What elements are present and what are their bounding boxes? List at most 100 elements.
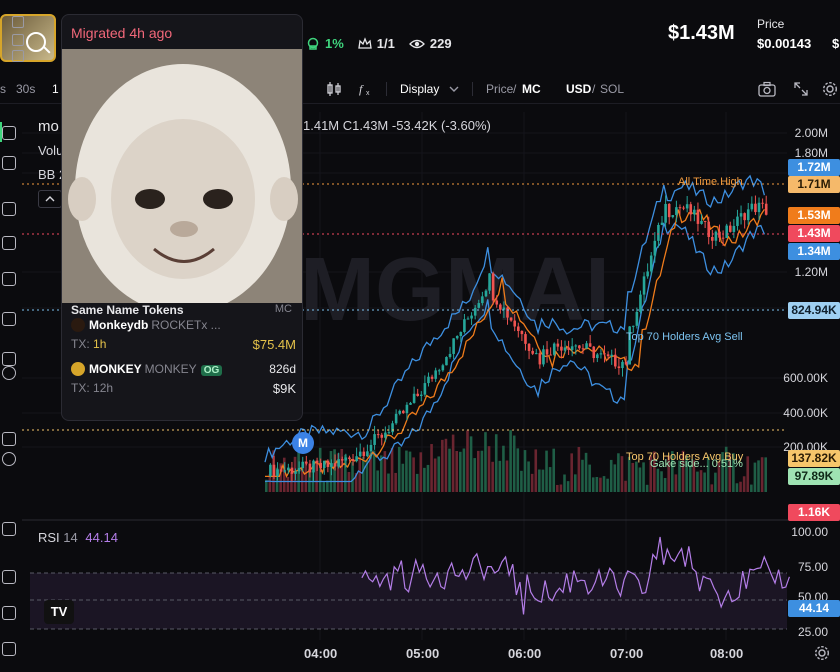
candle-body xyxy=(524,334,527,344)
candle-body xyxy=(373,434,376,445)
candle-body xyxy=(290,467,294,474)
candle-body xyxy=(319,462,322,469)
token-image xyxy=(62,49,302,303)
migration-marker[interactable]: M xyxy=(292,432,314,454)
candle-body xyxy=(509,317,513,321)
candle-body xyxy=(308,463,312,473)
candle-body xyxy=(675,207,678,216)
volume-bar xyxy=(584,452,588,492)
candle-body xyxy=(563,347,567,351)
volume-bar xyxy=(559,484,563,492)
volume-bar xyxy=(545,450,548,492)
volume-bar xyxy=(527,461,530,492)
tradingview-logo[interactable]: TV xyxy=(44,600,74,624)
volume-bar xyxy=(534,449,538,492)
volume-bar xyxy=(286,476,290,492)
token-mc: $75.4M xyxy=(252,337,296,352)
candle-body xyxy=(549,354,552,356)
candle-body xyxy=(423,383,427,395)
volume-bar xyxy=(624,480,627,492)
volume-bar xyxy=(563,474,566,492)
volume-bar xyxy=(419,452,423,492)
volume-bar xyxy=(595,476,599,492)
volume-bar xyxy=(520,470,523,492)
volume-bar xyxy=(552,448,556,492)
volume-bar xyxy=(746,456,750,492)
candle-body xyxy=(653,240,657,256)
candle-body xyxy=(750,203,754,210)
candle-body xyxy=(660,222,664,225)
token-name: Monkeydb ROCKETx ... xyxy=(89,318,221,332)
volume-bar xyxy=(379,455,383,492)
volume-bar xyxy=(412,457,415,492)
candle-body xyxy=(398,410,402,414)
og-badge: OG xyxy=(200,365,223,376)
candle-body xyxy=(757,202,761,213)
candle-body xyxy=(516,326,520,331)
volume-bar xyxy=(541,469,545,492)
time-tick-label: 07:00 xyxy=(610,646,644,661)
volume-bar xyxy=(351,462,354,492)
volume-bar xyxy=(750,484,753,492)
collapse-legend-button[interactable] xyxy=(38,190,62,208)
candle-body xyxy=(545,349,549,355)
gake-side-label: Gake side... 0.51% xyxy=(650,458,743,470)
candle-body xyxy=(391,423,394,433)
candle-body xyxy=(477,303,481,308)
price-tag: 1.71M xyxy=(788,176,840,193)
volume-bar xyxy=(423,467,426,492)
candle-body xyxy=(322,460,326,469)
volume-bar xyxy=(663,478,667,492)
candle-body xyxy=(678,207,682,209)
volume-bar xyxy=(577,446,581,492)
candle-body xyxy=(499,304,502,310)
candle-body xyxy=(714,231,718,241)
volume-bar xyxy=(322,482,326,492)
candle-body xyxy=(642,276,646,295)
price-tag: 44.14 xyxy=(788,600,840,617)
volume-bar xyxy=(591,477,595,492)
token-tx: TX: 12h xyxy=(71,381,113,395)
volume-bar xyxy=(394,472,397,492)
candle-body xyxy=(287,467,290,471)
candle-body xyxy=(635,311,639,326)
candle-body xyxy=(614,354,617,367)
candle-body xyxy=(703,220,707,222)
chart-settings-gear-icon[interactable] xyxy=(814,645,830,661)
candle-body xyxy=(305,461,308,464)
rsi-period: 14 xyxy=(63,530,78,545)
volume-bar xyxy=(358,457,362,492)
candle-body xyxy=(646,271,649,277)
volume-bar xyxy=(530,473,534,492)
candle-body xyxy=(315,460,319,463)
token-name-text: MONKEY xyxy=(89,362,142,376)
candle-body xyxy=(455,336,459,339)
tx-value: 1h xyxy=(93,337,107,351)
volume-bar xyxy=(710,484,714,492)
token-name-text: Monkeydb xyxy=(89,318,149,332)
volume-bar xyxy=(401,463,405,492)
candle-body xyxy=(355,456,358,462)
candle-body xyxy=(409,402,412,405)
monkey-image xyxy=(62,49,302,303)
volume-bar xyxy=(613,464,617,492)
chart-watermark: MGMAI xyxy=(300,240,610,340)
volume-bar xyxy=(739,481,742,492)
rsi-legend: RSI 14 44.14 xyxy=(38,530,118,545)
candle-body xyxy=(513,320,517,327)
candle-body xyxy=(452,338,455,354)
candle-body xyxy=(348,457,351,460)
token-name: MONKEY MONKEY OG xyxy=(89,362,223,376)
volume-bar xyxy=(480,450,484,492)
candle-body xyxy=(419,394,423,396)
volume-bar xyxy=(340,448,344,492)
candle-body xyxy=(340,459,344,461)
axis-tick-label: 2.00M xyxy=(794,126,828,140)
price-tag: 137.82K xyxy=(788,450,840,467)
candle-body xyxy=(639,294,642,312)
volume-bar xyxy=(620,456,624,492)
volume-bar xyxy=(638,467,642,492)
volume-bar xyxy=(466,430,469,492)
candle-body xyxy=(473,307,477,316)
volume-bar xyxy=(459,451,462,492)
